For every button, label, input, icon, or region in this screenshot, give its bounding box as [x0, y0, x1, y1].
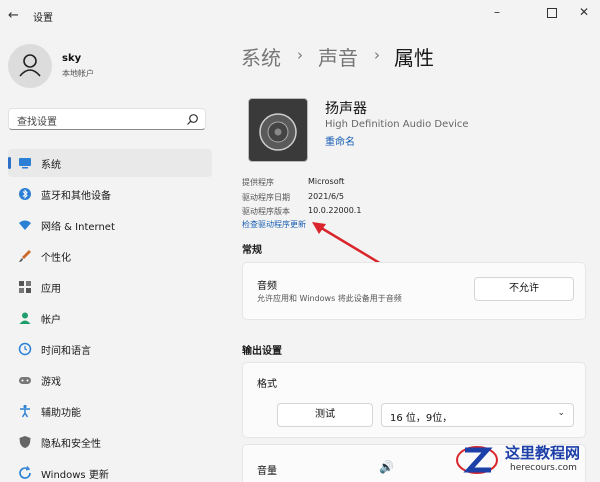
format-selected-value: 16 位，9位， [390, 413, 453, 424]
search-input[interactable]: 查找设置 [17, 113, 57, 128]
rename-link[interactable]: 重命名 [325, 133, 355, 148]
sidebar-item-label: 蓝牙和其他设备 [41, 191, 111, 202]
breadcrumb-separator: › [374, 46, 380, 64]
sidebar-item-label: 系统 [41, 160, 61, 171]
accessibility-icon [20, 404, 30, 418]
window-title: 设置 [33, 13, 53, 24]
chevron-down-icon: ⌄ [557, 408, 565, 418]
sidebar-item-personalization[interactable]: 个性化 [8, 242, 212, 270]
general-heading: 常规 [242, 245, 262, 256]
sidebar-item-label: 辅助功能 [41, 408, 81, 419]
info-key: 驱动程序日期 [242, 193, 290, 202]
sidebar-item-label: Windows 更新 [41, 470, 109, 481]
device-name: 扬声器 [325, 101, 367, 117]
format-select[interactable]: 16 位，9位， ⌄ [381, 403, 574, 427]
info-value: Microsoft [308, 177, 345, 186]
update-icon [19, 466, 31, 479]
breadcrumb-sound[interactable]: 声音 [318, 42, 358, 71]
page-title: 属性 [394, 46, 434, 70]
watermark-logo [456, 446, 498, 474]
watermark-title: 这里教程网 [505, 444, 581, 462]
info-value: 10.0.22000.1 [308, 206, 362, 215]
search-icon[interactable] [186, 113, 199, 126]
shield-icon [19, 436, 31, 448]
system-display-icon [19, 158, 31, 169]
close-icon[interactable]: ✕ [571, 3, 597, 23]
info-key: 驱动程序版本 [242, 207, 290, 216]
user-icon [19, 54, 41, 77]
gamepad-icon [19, 377, 31, 384]
disallow-button[interactable]: 不允许 [474, 277, 574, 301]
sidebar-item-label: 网络 & Internet [41, 222, 115, 233]
sidebar-item-network[interactable]: 网络 & Internet [8, 211, 212, 239]
watermark-url: herecours.com [510, 463, 577, 473]
sidebar-item-label: 个性化 [41, 253, 71, 264]
wifi-icon [19, 220, 31, 230]
audio-title: 音频 [257, 281, 277, 292]
avatar[interactable] [8, 44, 52, 88]
search-box[interactable]: 查找设置 [8, 108, 206, 130]
sidebar-item-time-language[interactable]: 时间和语言 [8, 335, 212, 363]
volume-title: 音量 [257, 466, 277, 477]
maximize-icon[interactable] [539, 3, 565, 23]
sidebar-item-label: 帐户 [41, 315, 61, 326]
check-driver-update-link[interactable]: 检查驱动程序更新 [242, 219, 306, 230]
globe-clock-icon [18, 342, 32, 356]
bluetooth-icon [19, 188, 31, 200]
speaker-volume-icon[interactable]: 🔊 [379, 460, 394, 474]
minimize-icon[interactable]: – [484, 3, 510, 23]
sidebar-item-label: 隐私和安全性 [41, 439, 101, 450]
sidebar-item-apps[interactable]: 应用 [8, 273, 212, 301]
output-heading: 输出设置 [242, 346, 282, 357]
sidebar-item-system[interactable]: 系统 [8, 149, 212, 177]
format-card: 格式 测试 16 位，9位， ⌄ [242, 362, 586, 438]
back-arrow-icon[interactable]: ← [8, 9, 24, 23]
audio-description: 允许应用和 Windows 将此设备用于音频 [257, 294, 402, 303]
test-button[interactable]: 测试 [277, 403, 373, 427]
info-key: 提供程序 [242, 178, 274, 187]
breadcrumb-separator: › [297, 46, 303, 64]
active-indicator [8, 157, 11, 169]
sidebar-item-bluetooth[interactable]: 蓝牙和其他设备 [8, 180, 212, 208]
sidebar-item-accounts[interactable]: 帐户 [8, 304, 212, 332]
format-title: 格式 [257, 379, 277, 390]
title-bar: ← 设置 – ✕ [0, 0, 600, 32]
account-type: 本地帐户 [62, 69, 94, 78]
breadcrumb-system[interactable]: 系统 [241, 42, 281, 71]
sidebar-item-label: 时间和语言 [41, 346, 91, 357]
brush-icon [19, 250, 31, 262]
device-subtitle: High Definition Audio Device [325, 119, 469, 130]
account-icon [19, 312, 31, 324]
info-value: 2021/6/5 [308, 192, 344, 201]
audio-card: 音频 允许应用和 Windows 将此设备用于音频 不允许 [242, 262, 586, 320]
sidebar-item-gaming[interactable]: 游戏 [8, 366, 212, 394]
sidebar-item-label: 游戏 [41, 377, 61, 388]
sidebar-item-label: 应用 [41, 284, 61, 295]
sidebar-item-accessibility[interactable]: 辅助功能 [8, 397, 212, 425]
apps-icon [19, 281, 31, 293]
sidebar-item-windows-update[interactable]: Windows 更新 [8, 459, 212, 482]
user-name: sky [62, 53, 82, 64]
speaker-device-icon [248, 98, 308, 162]
sidebar-item-privacy[interactable]: 隐私和安全性 [8, 428, 212, 456]
